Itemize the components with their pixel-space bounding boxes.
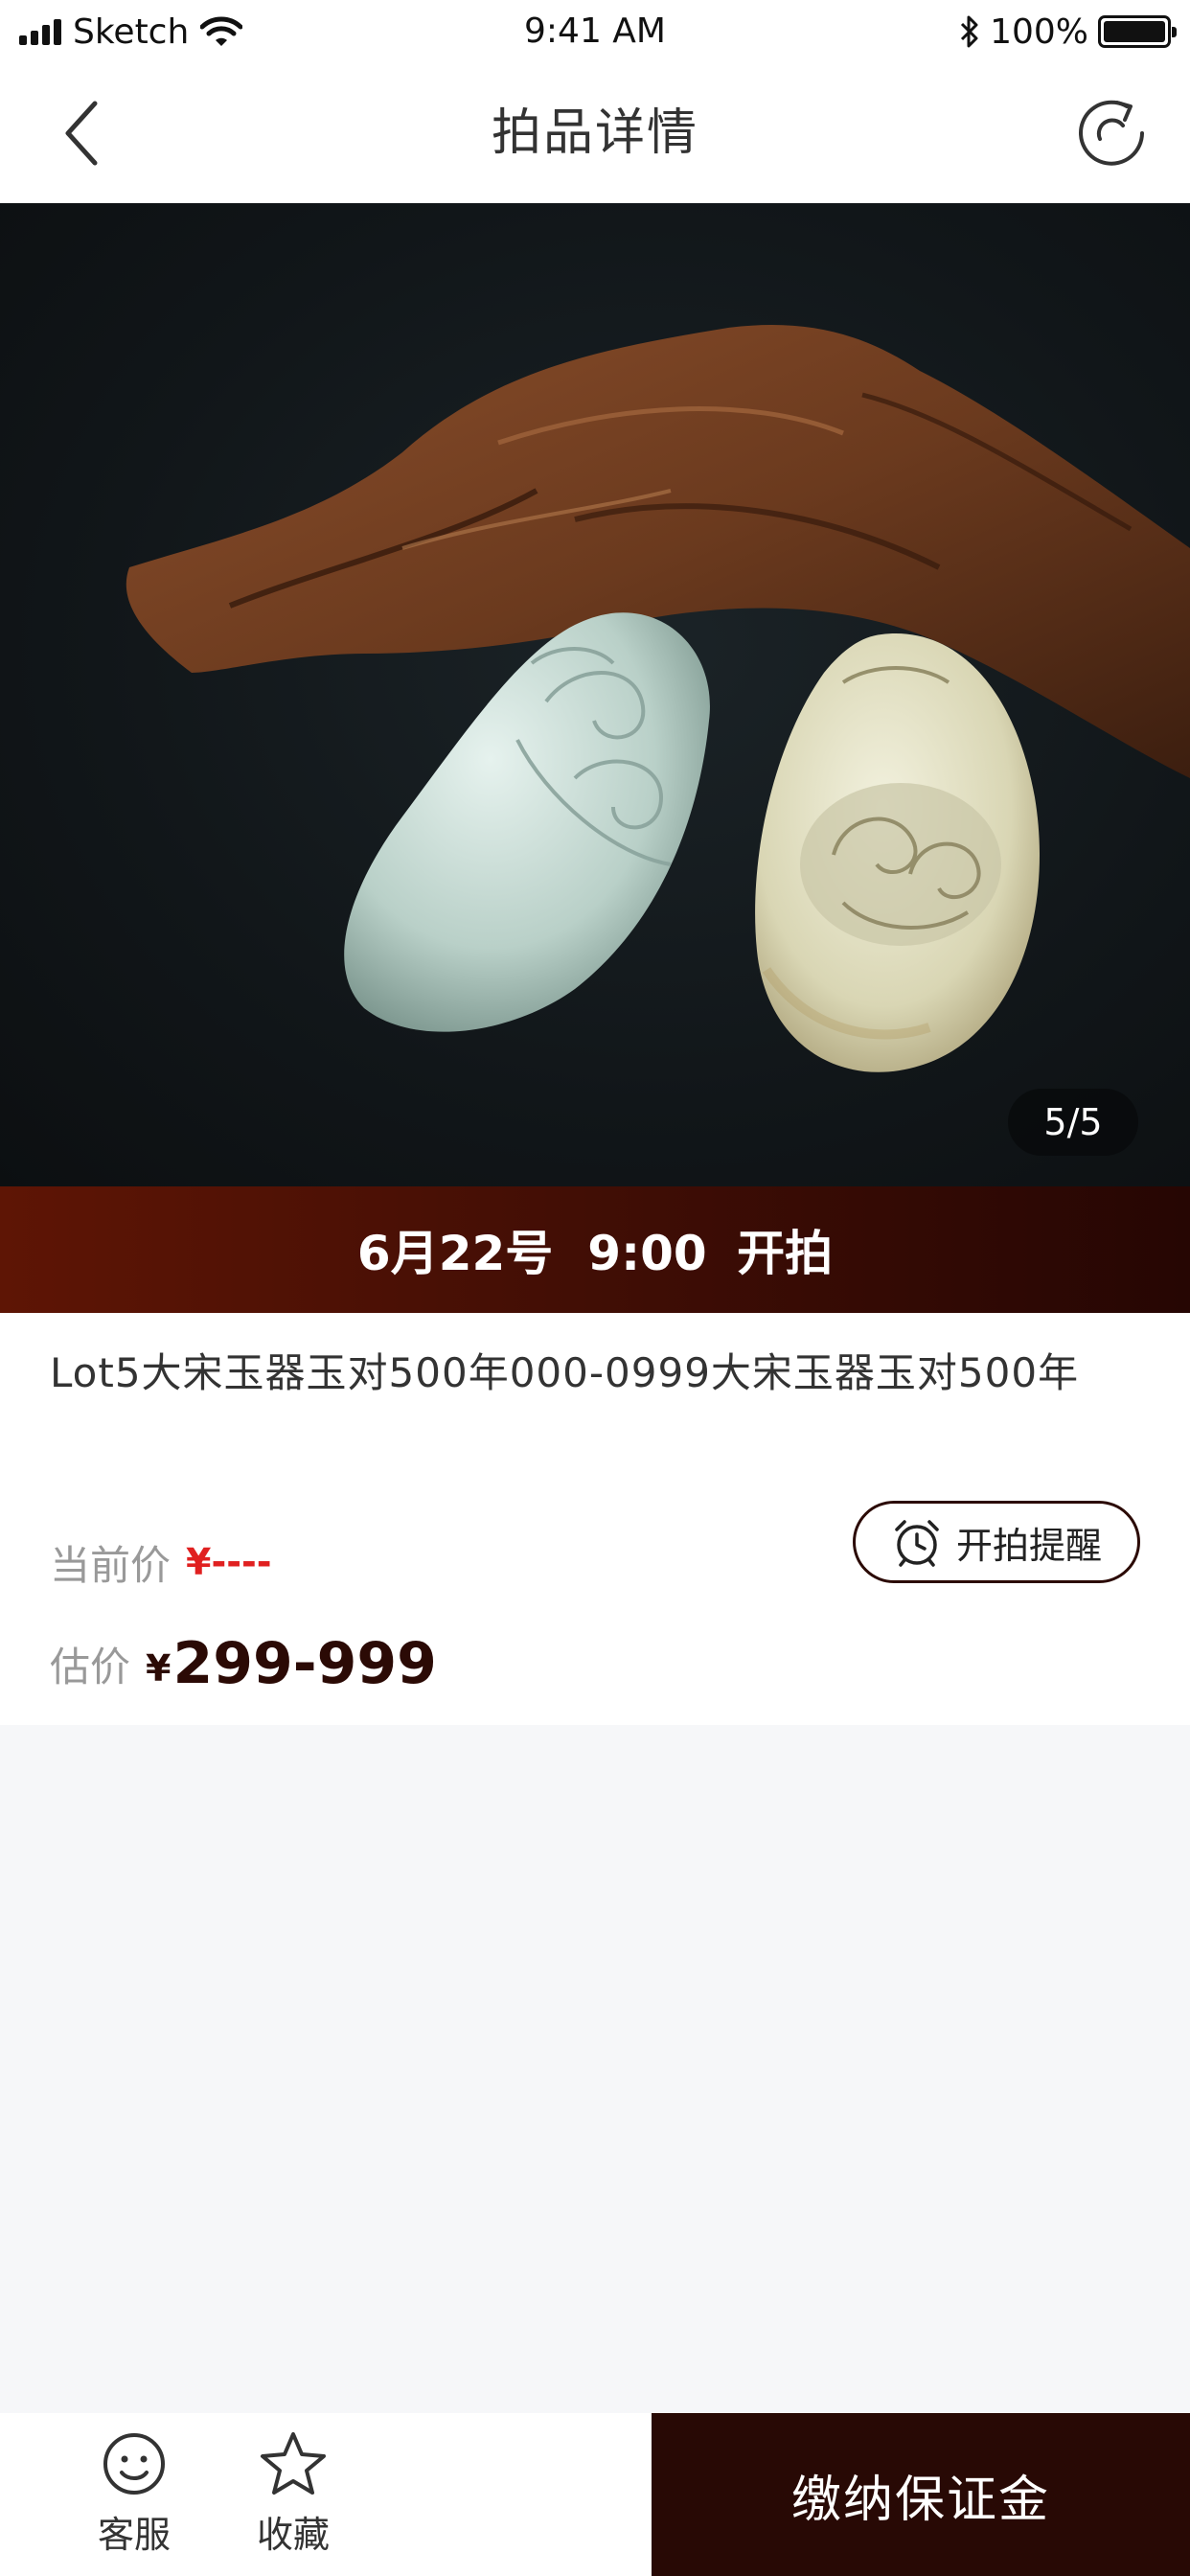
current-price-label: 当前价 <box>50 1541 172 1589</box>
status-bar: Sketch 9:41 AM 100% <box>0 0 1190 63</box>
alarm-clock-icon <box>895 1520 939 1567</box>
refresh-icon <box>1079 100 1144 166</box>
estimate-label: 估价 <box>50 1643 131 1690</box>
bluetooth-icon <box>961 15 978 48</box>
auction-action: 开拍 <box>737 1226 834 1281</box>
image-counter: 5/5 <box>1008 1089 1138 1156</box>
current-price-value: ¥---- <box>186 1541 272 1583</box>
star-icon <box>261 2432 326 2495</box>
lot-info-card: Lot5大宋玉器玉对500年000-0999大宋玉器玉对500年 当前价 ¥--… <box>0 1313 1190 1725</box>
battery-percent: 100% <box>990 12 1088 52</box>
pay-deposit-button[interactable]: 缴纳保证金 <box>652 2413 1190 2576</box>
current-price-row: 当前价 ¥---- <box>50 1518 272 1606</box>
auction-reminder-button[interactable]: 开拍提醒 <box>853 1501 1140 1583</box>
smiley-service-icon <box>103 2433 165 2495</box>
estimate-value: 299-999 <box>172 1630 437 1697</box>
favorite-label: 收藏 <box>256 2514 330 2556</box>
auction-time: 9:00 <box>587 1226 707 1281</box>
bottom-action-bar: 客服 收藏 缴纳保证金 <box>0 2413 1190 2576</box>
jade-pendants-image <box>126 325 1190 1072</box>
lot-title: Lot5大宋玉器玉对500年000-0999大宋玉器玉对500年 <box>50 1349 1080 1396</box>
page-title: 拍品详情 <box>491 104 698 162</box>
product-image-gallery[interactable]: 5/5 <box>0 203 1190 1186</box>
status-right-group: 100% <box>959 8 1177 56</box>
auction-date: 6月22号 <box>356 1226 554 1281</box>
auction-reminder-label: 开拍提醒 <box>955 1524 1102 1567</box>
battery-icon <box>1098 15 1177 48</box>
estimate-row: 估价 ¥ 299-999 <box>50 1622 437 1706</box>
estimate-currency: ¥ <box>146 1647 172 1690</box>
auction-start-banner: 6月22号 9:00 开拍 <box>0 1186 1190 1313</box>
customer-service-button[interactable]: 客服 <box>77 2430 192 2564</box>
nav-bar: 拍品详情 <box>0 63 1190 203</box>
refresh-button[interactable] <box>1075 97 1148 170</box>
auction-time-group: 9:00 开拍 <box>587 1215 833 1284</box>
customer-service-label: 客服 <box>97 2514 171 2556</box>
favorite-button[interactable]: 收藏 <box>236 2430 351 2564</box>
pay-deposit-label: 缴纳保证金 <box>790 2471 1050 2529</box>
